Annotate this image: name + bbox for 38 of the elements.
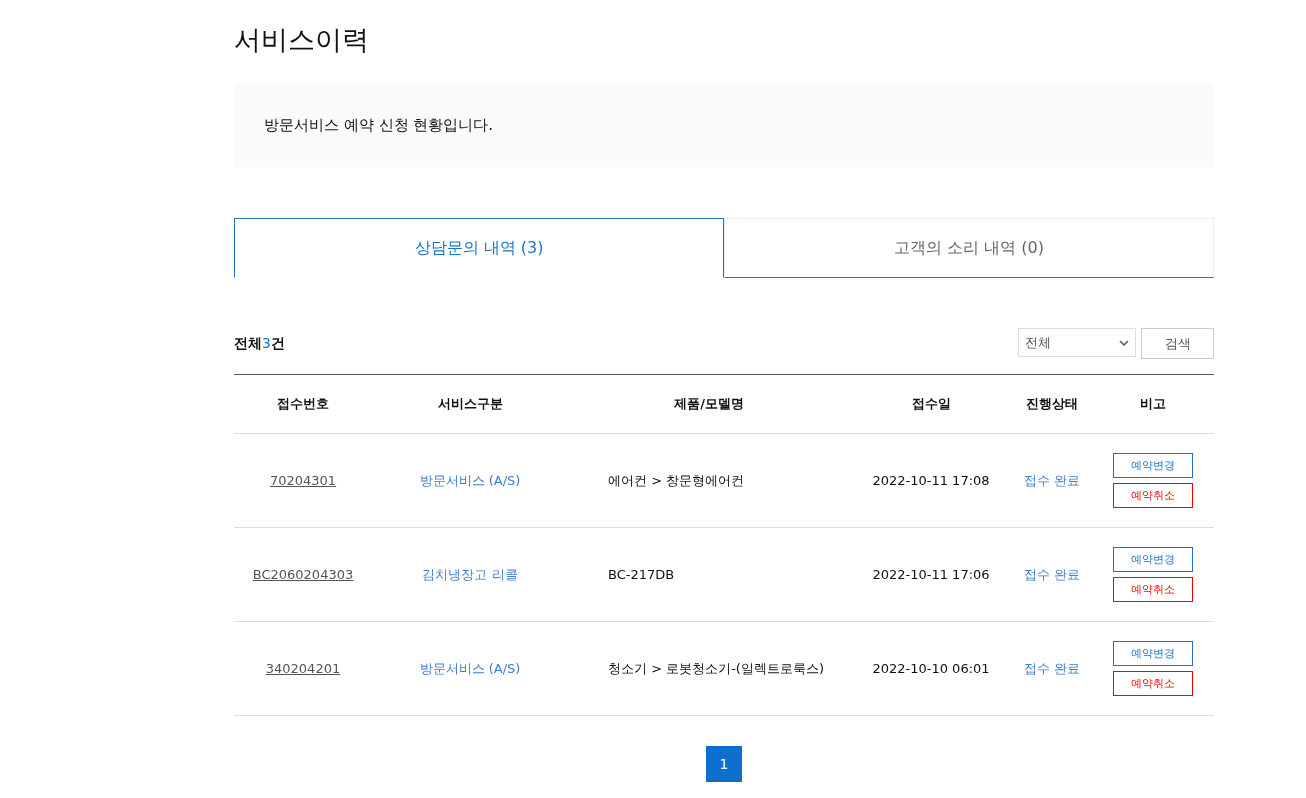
notice-text: 방문서비스 예약 신청 현황입니다. <box>264 116 494 135</box>
chevron-down-icon <box>1119 339 1129 346</box>
receipt-date: 2022-10-10 06:01 <box>872 661 990 676</box>
total-unit: 건 <box>270 334 285 351</box>
cancel-reservation-button[interactable]: 예약취소 <box>1113 483 1193 508</box>
product-name: BC-217DB <box>608 567 675 582</box>
filter-dropdown[interactable]: 전체 <box>1018 328 1136 357</box>
status-text: 접수 완료 <box>1023 566 1081 582</box>
receipt-date: 2022-10-11 17:06 <box>872 567 990 582</box>
page-title: 서비스이력 <box>234 23 370 57</box>
column-header: 접수일 <box>911 396 951 411</box>
product-name: 청소기 > 로봇청소기-(일렉트로룩스) <box>608 660 824 676</box>
tab[interactable]: 상담문의 내역 (3) <box>234 218 724 278</box>
tab[interactable]: 고객의 소리 내역 (0) <box>724 218 1214 278</box>
service-type: 방문서비스 (A/S) <box>419 660 521 676</box>
column-header: 제품/모델명 <box>674 396 744 411</box>
change-reservation-button[interactable]: 예약변경 <box>1113 547 1193 572</box>
service-type: 방문서비스 (A/S) <box>419 472 521 488</box>
cancel-reservation-button[interactable]: 예약취소 <box>1113 577 1193 602</box>
column-header: 비고 <box>1140 396 1166 411</box>
page-button[interactable]: 1 <box>706 746 742 782</box>
receipt-number-link[interactable]: 70204301 <box>269 473 337 488</box>
column-header: 접수번호 <box>277 396 329 411</box>
change-reservation-button[interactable]: 예약변경 <box>1113 453 1193 478</box>
change-reservation-button[interactable]: 예약변경 <box>1113 641 1193 666</box>
total-count: 3 <box>262 334 271 351</box>
receipt-number-link[interactable]: 340204201 <box>265 661 341 676</box>
column-header: 서비스구분 <box>437 396 503 411</box>
search-button[interactable]: 검색 <box>1141 328 1214 359</box>
column-header: 진행상태 <box>1026 396 1078 411</box>
cancel-reservation-button[interactable]: 예약취소 <box>1113 671 1193 696</box>
total-label: 전체 <box>234 334 262 351</box>
receipt-number-link[interactable]: BC2060204303 <box>252 567 354 582</box>
status-text: 접수 완료 <box>1023 472 1081 488</box>
service-type: 김치냉장고 리콜 <box>422 566 518 582</box>
product-name: 에어컨 > 창문형에어컨 <box>608 472 745 488</box>
receipt-date: 2022-10-11 17:08 <box>872 473 990 488</box>
status-text: 접수 완료 <box>1023 660 1081 676</box>
